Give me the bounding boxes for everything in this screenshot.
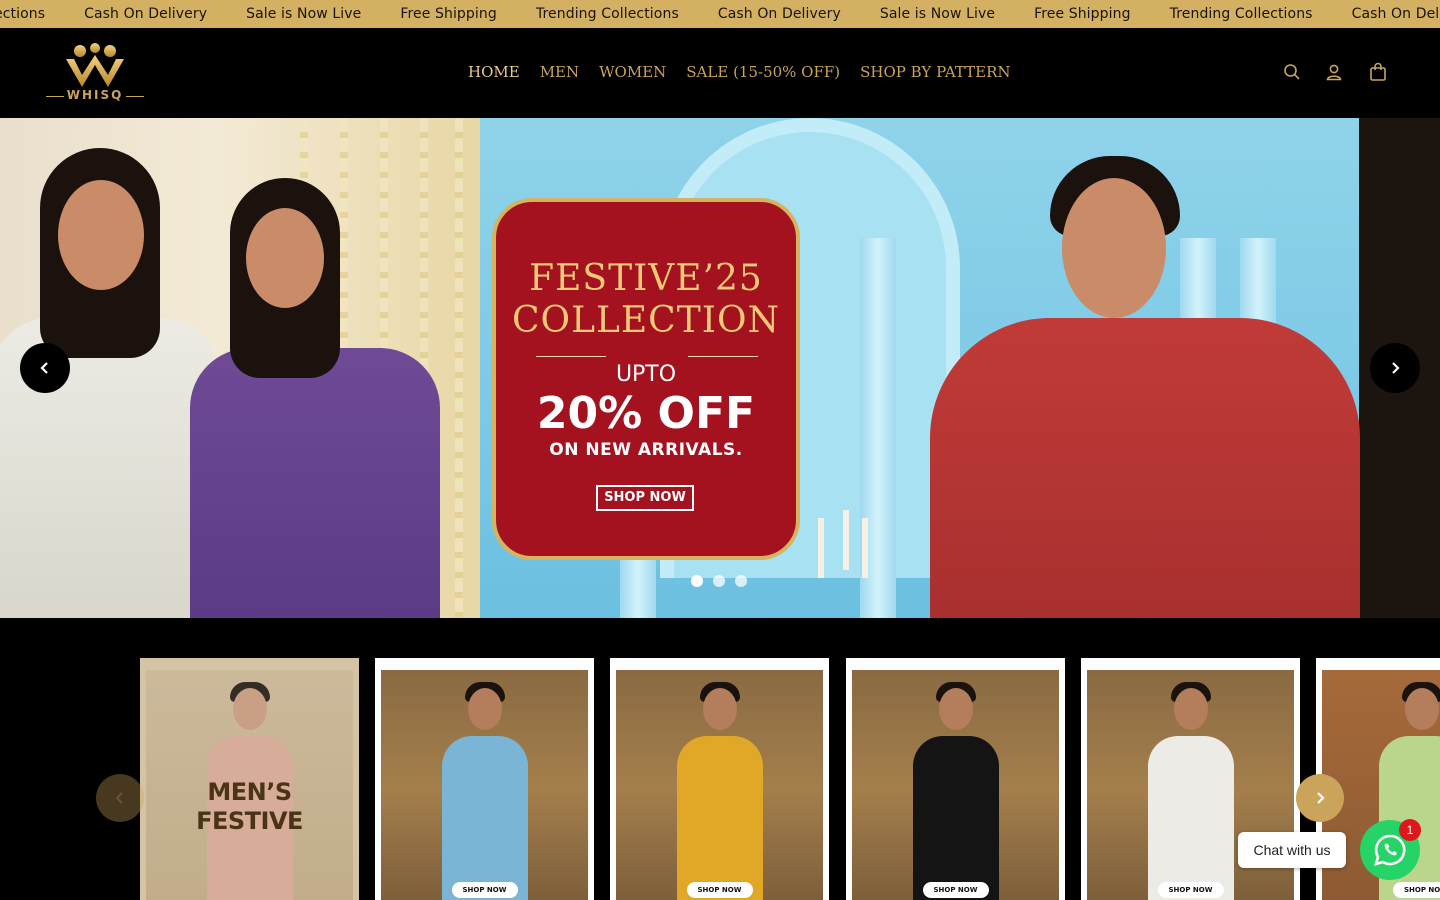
nav-sale[interactable]: SALE (15-50% OFF): [686, 63, 840, 81]
nav-men[interactable]: MEN: [540, 63, 579, 81]
product-card[interactable]: SHOP NOW: [375, 658, 594, 900]
account-icon[interactable]: [1323, 61, 1345, 83]
cart-icon[interactable]: [1367, 61, 1389, 83]
slide-dot[interactable]: [735, 575, 747, 587]
nav-women[interactable]: WOMEN: [599, 63, 666, 81]
badge-offer: 20% OFF: [536, 388, 756, 439]
kurta-image: [676, 736, 763, 900]
announcement-item: llections: [0, 6, 46, 22]
shop-now-pill[interactable]: SHOP NOW: [1393, 882, 1440, 898]
category-prev-button[interactable]: [96, 774, 144, 822]
badge-title-line2: COLLECTION: [512, 300, 780, 341]
nav-home[interactable]: HOME: [468, 63, 520, 81]
slide-dot[interactable]: [713, 575, 725, 587]
announcement-item: Cash On Delivery: [84, 6, 208, 22]
prev-slide-button[interactable]: [20, 343, 70, 393]
logo-mark-icon: [66, 43, 124, 87]
search-icon[interactable]: [1281, 61, 1303, 83]
announcement-item: Cash On Deliv: [1351, 6, 1440, 22]
nav-shop-by-pattern[interactable]: SHOP BY PATTERN: [860, 63, 1010, 81]
next-slide-button[interactable]: [1370, 343, 1420, 393]
offer-badge[interactable]: FESTIVE’25 COLLECTION UPTO 20% OFF ON NE…: [492, 198, 800, 560]
announcement-item: Cash On Delivery: [717, 6, 841, 22]
announcement-item: Free Shipping: [400, 6, 497, 22]
slide-dots: [691, 575, 747, 587]
kurta-image: [441, 736, 528, 900]
category-card-mens-festive[interactable]: MEN’S FESTIVE: [140, 658, 359, 900]
logo-text: WHISQ: [66, 88, 124, 102]
product-card[interactable]: SHOP NOW: [610, 658, 829, 900]
shop-now-pill[interactable]: SHOP NOW: [922, 882, 989, 898]
site-header: WHISQ HOME MEN WOMEN SALE (15-50% OFF) S…: [0, 28, 1440, 118]
badge-title-line1: FESTIVE’25: [529, 258, 763, 299]
badge-upto: UPTO: [615, 362, 677, 387]
shop-now-pill[interactable]: SHOP NOW: [451, 882, 518, 898]
chevron-left-icon: [115, 792, 123, 804]
announcement-item: Free Shipping: [1034, 6, 1131, 22]
category-carousel: MEN’S FESTIVE SHOP NOW SHOP NOW SHOP NOW…: [0, 618, 1440, 900]
announcement-item: Trending Collections: [535, 6, 679, 22]
chat-with-us-label[interactable]: Chat with us: [1238, 832, 1346, 868]
hero-model-man: [930, 318, 1360, 618]
main-nav: HOME MEN WOMEN SALE (15-50% OFF) SHOP BY…: [468, 63, 1011, 81]
announcement-item: Trending Collections: [1169, 6, 1313, 22]
announcement-track: llections Cash On Delivery Sale is Now L…: [0, 0, 1440, 28]
kurta-image: [912, 736, 999, 900]
announcement-bar: llections Cash On Delivery Sale is Now L…: [0, 0, 1440, 28]
category-next-button[interactable]: [1296, 774, 1344, 822]
chevron-left-icon: [40, 362, 48, 374]
announcement-item: Sale is Now Live: [879, 6, 996, 22]
kurta-image: [1147, 736, 1234, 900]
logo[interactable]: WHISQ: [44, 43, 146, 105]
shop-now-pill[interactable]: SHOP NOW: [1157, 882, 1224, 898]
category-title: MEN’S FESTIVE: [196, 778, 303, 835]
hero-slideshow[interactable]: FESTIVE’25 COLLECTION UPTO 20% OFF ON NE…: [0, 118, 1440, 618]
slide-dot[interactable]: [691, 575, 703, 587]
shop-now-button[interactable]: SHOP NOW: [596, 485, 694, 511]
badge-subtext: ON NEW ARRIVALS.: [549, 440, 743, 460]
hero-model-woman-2: [190, 348, 440, 618]
product-card[interactable]: SHOP NOW: [846, 658, 1065, 900]
shop-now-pill[interactable]: SHOP NOW: [686, 882, 753, 898]
announcement-item: Sale is Now Live: [246, 6, 362, 22]
chevron-right-icon: [1392, 362, 1400, 374]
unread-badge: 1: [1399, 819, 1421, 841]
chevron-right-icon: [1317, 792, 1325, 804]
